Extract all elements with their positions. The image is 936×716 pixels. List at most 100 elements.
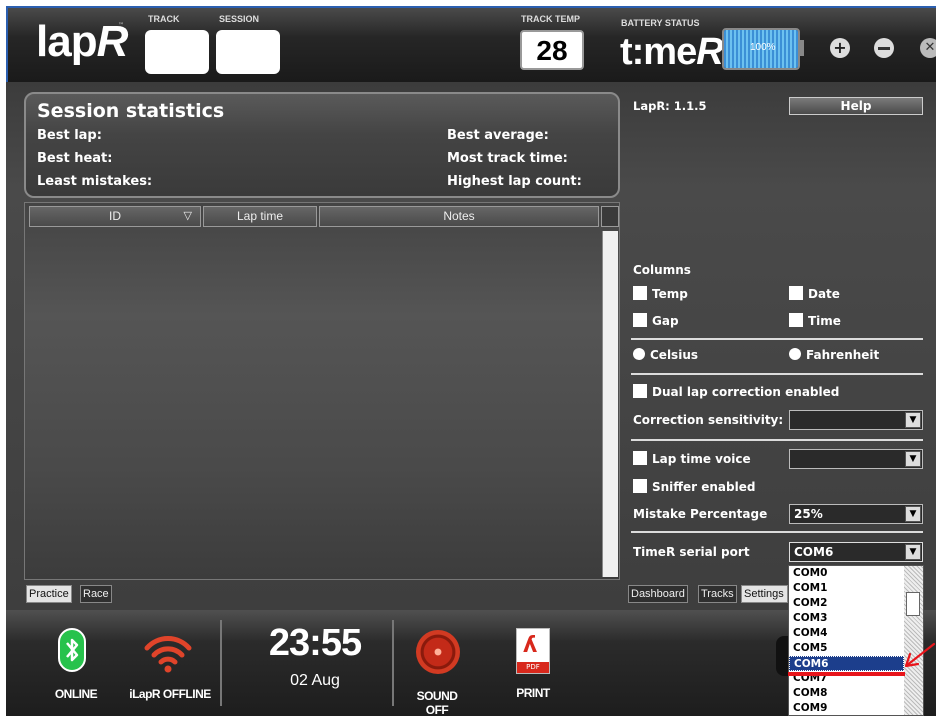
- lapr-logo: lapR: [36, 17, 128, 66]
- session-box[interactable]: [216, 30, 280, 74]
- tab-race[interactable]: Race: [80, 585, 112, 603]
- serial-port-option[interactable]: COM3: [789, 611, 904, 626]
- serial-port-option[interactable]: COM2: [789, 596, 904, 611]
- mistake-percentage-dropdown[interactable]: 25% ▼: [789, 504, 923, 524]
- column-header-lap-time[interactable]: Lap time: [203, 206, 317, 227]
- lap-time-voice-checkbox-box[interactable]: [633, 451, 647, 465]
- track-temp-box: 28: [520, 30, 584, 70]
- bluetooth-icon[interactable]: [58, 628, 86, 672]
- serial-port-label: TimeR serial port: [633, 545, 750, 559]
- track-label: TRACK: [148, 14, 180, 24]
- gap-checkbox[interactable]: Gap: [633, 313, 679, 328]
- minus-icon[interactable]: [874, 38, 894, 58]
- help-button[interactable]: Help: [789, 97, 923, 115]
- serial-port-option[interactable]: COM1: [789, 581, 904, 596]
- divider: [392, 620, 394, 706]
- date-checkbox[interactable]: Date: [789, 286, 840, 301]
- annotation-underline: [788, 672, 905, 676]
- serial-port-option[interactable]: COM9: [789, 701, 904, 716]
- least-mistakes-label: Least mistakes:: [37, 174, 153, 189]
- battery-tip: [800, 40, 804, 56]
- best-lap-label: Best lap:: [37, 128, 102, 143]
- sniffer-label: Sniffer enabled: [652, 480, 756, 494]
- temp-checkbox-box[interactable]: [633, 286, 647, 300]
- scrollbar-thumb[interactable]: [906, 592, 920, 616]
- fahrenheit-label: Fahrenheit: [806, 348, 880, 362]
- column-lap-time-label: Lap time: [236, 209, 284, 223]
- column-id-label: ID: [109, 209, 121, 223]
- serial-port-dropdown[interactable]: COM6 ▼: [789, 542, 923, 562]
- best-average-label: Best average:: [447, 128, 549, 143]
- column-notes-label: Notes: [443, 209, 475, 223]
- lap-time-voice-dropdown[interactable]: ▼: [789, 449, 923, 469]
- tab-tracks[interactable]: Tracks: [698, 585, 737, 603]
- column-header-id[interactable]: ID ▽: [29, 206, 201, 227]
- session-statistics-panel: Session statistics Best lap: Best heat: …: [24, 92, 620, 198]
- lap-time-voice-label: Lap time voice: [652, 452, 751, 466]
- pdf-label: PDF: [517, 662, 549, 673]
- ilapr-offline-label: iLapR OFFLINE: [129, 687, 211, 701]
- tab-practice[interactable]: Practice: [26, 585, 72, 603]
- sound-off-label: SOUND OFF: [416, 689, 458, 716]
- date-display: 02 Aug: [290, 672, 340, 689]
- version-label: LapR: 1.1.5: [633, 99, 707, 113]
- date-label: Date: [808, 287, 840, 301]
- divider: [631, 531, 923, 533]
- dual-lap-checkbox[interactable]: Dual lap correction enabled: [633, 384, 839, 399]
- clock: 23:55: [268, 622, 362, 664]
- serial-port-option[interactable]: COM6: [789, 656, 904, 671]
- track-temp-label: TRACK TEMP: [521, 14, 580, 24]
- tab-settings[interactable]: Settings: [741, 585, 788, 603]
- track-box[interactable]: [145, 30, 209, 74]
- best-heat-label: Best heat:: [37, 151, 113, 166]
- sniffer-checkbox[interactable]: Sniffer enabled: [633, 479, 755, 494]
- mistake-percentage-label: Mistake Percentage: [633, 507, 768, 521]
- print-label: PRINT: [516, 686, 550, 700]
- pdf-icon[interactable]: ʎ PDF: [516, 628, 550, 674]
- column-header-notes[interactable]: Notes: [319, 206, 599, 227]
- laps-table: ID ▽ Lap time Notes: [24, 202, 620, 580]
- temp-label: Temp: [652, 287, 688, 301]
- time-checkbox[interactable]: Time: [789, 313, 841, 328]
- annotation-arrow-icon: [904, 642, 936, 668]
- chevron-down-icon[interactable]: ▼: [905, 506, 921, 522]
- battery-indicator: 100%: [722, 28, 800, 70]
- divider: [220, 620, 222, 706]
- serial-port-option[interactable]: COM5: [789, 641, 904, 656]
- celsius-radio[interactable]: Celsius: [633, 348, 698, 362]
- chevron-down-icon[interactable]: ▼: [905, 412, 921, 428]
- serial-port-option[interactable]: COM8: [789, 686, 904, 701]
- highest-lap-count-label: Highest lap count:: [447, 174, 582, 189]
- most-track-time-label: Most track time:: [447, 151, 568, 166]
- session-label: SESSION: [219, 14, 260, 24]
- header-corner: [601, 206, 619, 227]
- plus-icon[interactable]: +: [830, 38, 850, 58]
- track-temp-value: 28: [536, 35, 568, 66]
- date-checkbox-box[interactable]: [789, 286, 803, 300]
- celsius-radio-dot[interactable]: [633, 348, 645, 360]
- lap-time-voice-checkbox[interactable]: Lap time voice: [633, 451, 751, 466]
- correction-sensitivity-label: Correction sensitivity:: [633, 413, 784, 427]
- serial-port-option[interactable]: COM0: [789, 566, 904, 581]
- battery-percentage: 100%: [750, 42, 776, 53]
- serial-port-value: COM6: [794, 545, 834, 559]
- tab-dashboard[interactable]: Dashboard: [628, 585, 688, 603]
- dual-lap-checkbox-box[interactable]: [633, 384, 647, 398]
- table-scrollbar[interactable]: [602, 231, 618, 577]
- divider: [631, 338, 923, 340]
- gap-checkbox-box[interactable]: [633, 313, 647, 327]
- correction-sensitivity-dropdown[interactable]: ▼: [789, 410, 923, 430]
- chevron-down-icon[interactable]: ▼: [905, 544, 921, 560]
- speaker-icon[interactable]: [416, 630, 460, 674]
- serial-port-option[interactable]: COM4: [789, 626, 904, 641]
- sniffer-checkbox-box[interactable]: [633, 479, 647, 493]
- fahrenheit-radio[interactable]: Fahrenheit: [789, 348, 879, 362]
- top-bar: lapR ™ TRACK SESSION TRACK TEMP 28 BATTE…: [6, 6, 936, 82]
- close-icon[interactable]: ✕: [920, 38, 936, 58]
- divider: [631, 373, 923, 375]
- chevron-down-icon[interactable]: ▼: [905, 451, 921, 467]
- time-checkbox-box[interactable]: [789, 313, 803, 327]
- fahrenheit-radio-dot[interactable]: [789, 348, 801, 360]
- temp-checkbox[interactable]: Temp: [633, 286, 688, 301]
- wifi-icon[interactable]: [143, 632, 193, 674]
